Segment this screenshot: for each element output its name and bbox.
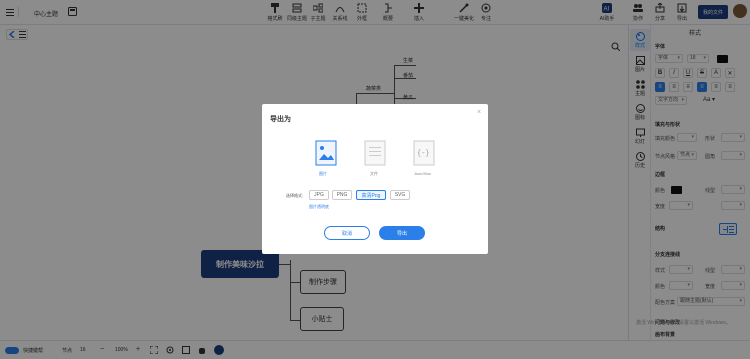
image-file-icon <box>315 140 337 166</box>
export-dialog: 导出为 × 图片 文件 {-} Json/Xlsx 选择格式: JPG PNG … <box>262 104 488 254</box>
export-confirm-button[interactable]: 导出 <box>379 226 425 240</box>
format-jpg[interactable]: JPG <box>309 190 329 200</box>
document-icon <box>364 140 386 166</box>
format-svg[interactable]: SVG <box>390 190 410 200</box>
option-label: 图片 <box>319 171 327 176</box>
format-png[interactable]: PNG <box>332 190 352 200</box>
export-option-file[interactable] <box>363 140 387 170</box>
format-hd-png[interactable]: 高清Png <box>356 190 386 200</box>
close-icon[interactable]: × <box>477 109 481 116</box>
transparent-background-link[interactable]: 图片透明底 <box>309 204 329 210</box>
cancel-button[interactable]: 取消 <box>324 226 370 240</box>
export-option-image[interactable] <box>314 140 338 170</box>
option-label: Json/Xlsx <box>414 171 432 176</box>
code-file-icon: {-} <box>413 140 435 166</box>
export-option-json[interactable]: {-} <box>412 140 436 170</box>
svg-text:{-}: {-} <box>417 150 430 158</box>
option-label: 文件 <box>370 171 378 176</box>
dialog-title: 导出为 <box>270 116 291 123</box>
format-label: 选择格式: <box>286 193 304 198</box>
